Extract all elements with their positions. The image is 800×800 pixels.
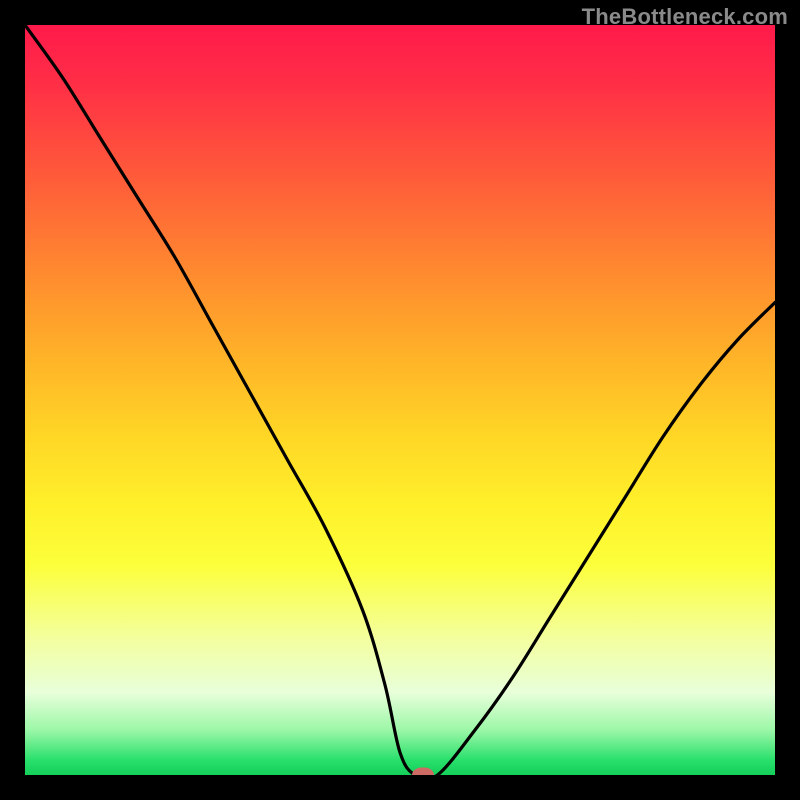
optimal-point-marker <box>412 768 434 776</box>
curve-path <box>25 25 775 775</box>
bottleneck-curve <box>25 25 775 775</box>
plot-area <box>25 25 775 775</box>
chart-frame: TheBottleneck.com <box>0 0 800 800</box>
